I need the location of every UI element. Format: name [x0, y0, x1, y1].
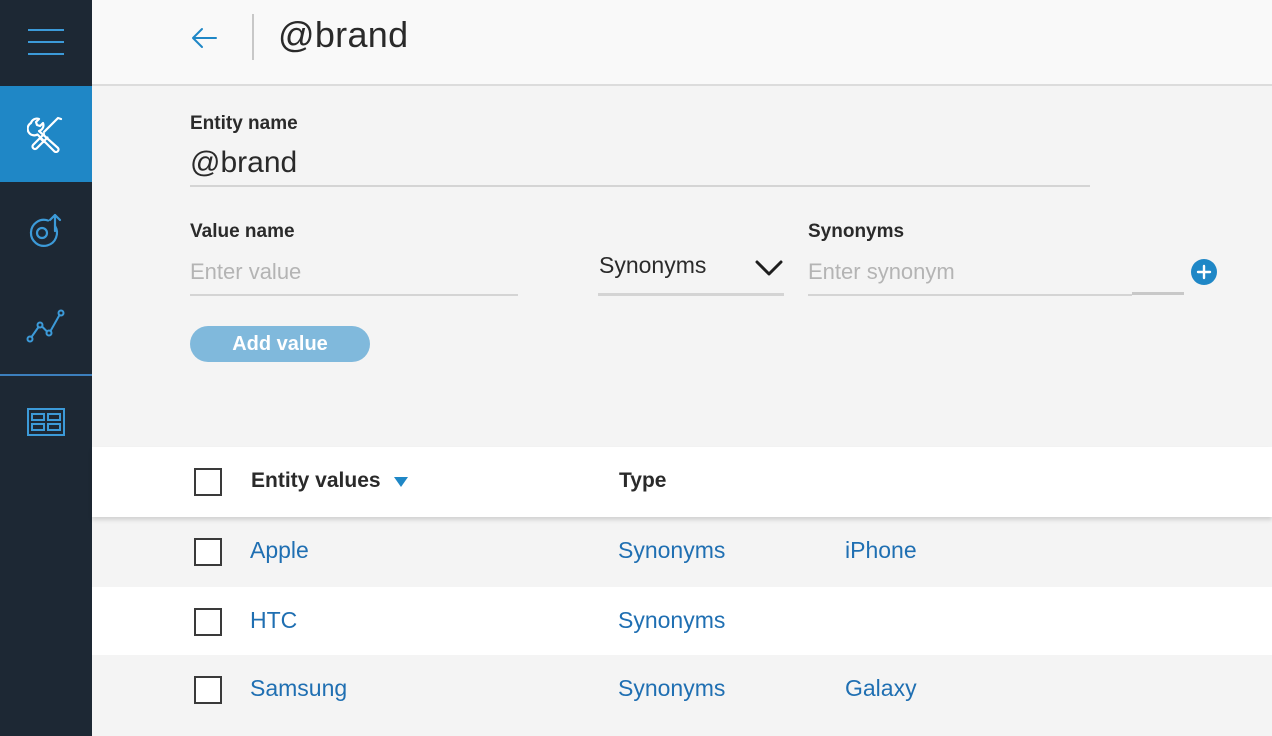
header-divider [252, 14, 254, 60]
nav-deploy-button[interactable] [0, 182, 92, 278]
value-name-label: Value name [190, 221, 295, 242]
nav-menu-button[interactable] [0, 0, 92, 84]
entity-name-input[interactable] [190, 140, 1090, 187]
back-button[interactable] [188, 22, 220, 54]
entity-value-link[interactable]: Samsung [250, 675, 347, 702]
entity-synonyms-link[interactable]: iPhone [845, 537, 917, 564]
column-header-entity-values: Entity values [251, 469, 381, 492]
nav-improve-button[interactable] [0, 278, 92, 374]
table-grid-icon [27, 408, 65, 436]
entity-synonyms-link[interactable]: Galaxy [845, 675, 917, 702]
entity-type-link[interactable]: Synonyms [618, 675, 725, 702]
entity-value-link[interactable]: HTC [250, 607, 297, 634]
entity-type-link[interactable]: Synonyms [618, 607, 725, 634]
entity-name-label: Entity name [190, 113, 298, 134]
page-header: @brand [92, 0, 1272, 86]
value-name-input[interactable] [190, 250, 518, 296]
page-title: @brand [278, 14, 409, 55]
add-value-button[interactable]: Add value [190, 326, 370, 362]
table-row: Samsung Synonyms Galaxy [92, 655, 1272, 736]
row-checkbox[interactable] [194, 608, 222, 636]
synonym-input[interactable] [808, 250, 1132, 296]
column-header-type: Type [619, 469, 667, 492]
entity-value-link[interactable]: Apple [250, 537, 309, 564]
sort-down-icon [393, 477, 408, 487]
hamburger-menu-icon [28, 29, 64, 55]
plus-circle-icon [1191, 259, 1217, 285]
table-header: Entity values Type [92, 447, 1272, 517]
chevron-down-icon [755, 260, 783, 276]
type-select[interactable]: Synonyms [598, 244, 784, 296]
tools-icon [27, 116, 63, 153]
row-checkbox[interactable] [194, 538, 222, 566]
synonyms-label: Synonyms [808, 221, 905, 242]
nav-tables-button[interactable] [0, 374, 92, 470]
side-nav [0, 0, 92, 736]
row-checkbox[interactable] [194, 676, 222, 704]
deploy-icon [29, 213, 62, 247]
add-synonym-button[interactable] [1191, 259, 1217, 285]
select-all-checkbox[interactable] [194, 468, 222, 496]
entity-type-link[interactable]: Synonyms [618, 537, 725, 564]
table-row: Apple Synonyms iPhone [92, 517, 1272, 585]
line-chart-icon [26, 309, 65, 343]
entity-values-sort-header[interactable]: Entity values [251, 469, 409, 493]
arrow-left-icon [192, 28, 217, 48]
table-row: HTC Synonyms [92, 587, 1272, 655]
synonym-input-underline [1132, 292, 1184, 295]
type-select-value: Synonyms [599, 252, 707, 278]
nav-build-button[interactable] [0, 86, 92, 182]
